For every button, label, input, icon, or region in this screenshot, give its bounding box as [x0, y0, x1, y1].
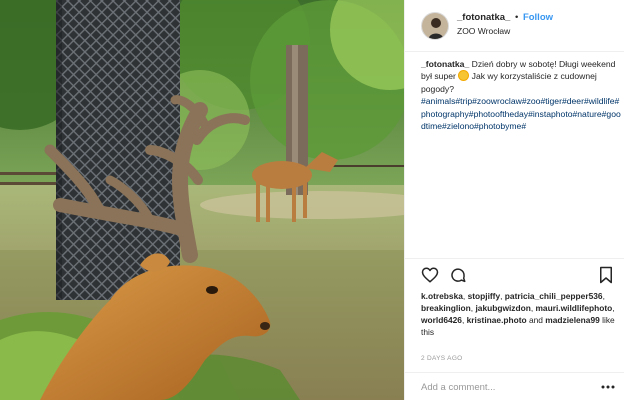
hashtag-list: #animals#trip#zoowroclaw#zoo#tiger#deer#… [421, 95, 621, 132]
liker-name[interactable]: breakinglion [421, 303, 471, 313]
separator-dot: • [514, 12, 519, 23]
liker-name[interactable]: kristinae.photo [467, 315, 527, 325]
hashtag-link[interactable]: #photooftheday [469, 109, 528, 119]
header-text: _fotonatka_ • Follow ZOO Wrocław [457, 12, 617, 37]
hashtag-link[interactable]: #photobyme [474, 121, 521, 131]
post-actions [419, 266, 615, 286]
liker-name[interactable]: patricia_chili_pepper536 [505, 291, 603, 301]
comment-input[interactable] [421, 379, 591, 395]
comment-box [405, 372, 624, 400]
hashtag-link[interactable]: #zoowroclaw [472, 96, 522, 106]
hashtag-link[interactable]: #zoo [522, 96, 541, 106]
avatar[interactable] [421, 12, 449, 40]
hashtag-link[interactable]: #deer [562, 96, 584, 106]
hashtag-link[interactable]: #instaphoto [528, 109, 572, 119]
post-header: _fotonatka_ • Follow ZOO Wrocław [405, 0, 624, 52]
hashtag-link[interactable]: # [521, 121, 526, 131]
hashtag-link[interactable]: #wildlife [584, 96, 615, 106]
caption-username[interactable]: _fotonatka_ [421, 59, 469, 69]
post-username[interactable]: _fotonatka_ [457, 12, 510, 23]
post-timestamp[interactable]: 2 DAYS AGO [421, 355, 463, 362]
bookmark-icon[interactable] [597, 266, 615, 284]
hashtag-link[interactable]: #tiger [540, 96, 562, 106]
hashtag-link[interactable]: #zielono [442, 121, 474, 131]
post-location[interactable]: ZOO Wrocław [457, 25, 617, 37]
more-options-icon[interactable] [601, 381, 615, 393]
likes-and: and [528, 315, 543, 325]
follow-button[interactable]: Follow [523, 12, 553, 23]
likes-summary: k.otrebska, stopjiffy, patricia_chili_pe… [421, 291, 615, 337]
liker-name[interactable]: madzielena99 [545, 315, 599, 325]
hashtag-link[interactable]: #trip [455, 96, 472, 106]
liker-name[interactable]: world6426 [421, 315, 462, 325]
post-photo[interactable] [0, 0, 404, 400]
section-divider [405, 258, 624, 259]
liker-name[interactable]: mauri.wildlifephoto [535, 303, 612, 313]
post-caption: _fotonatka_ Dzień dobry w sobotę! Długi … [421, 58, 621, 132]
hashtag-link[interactable]: #nature [573, 109, 602, 119]
heart-icon[interactable] [421, 266, 439, 284]
liker-name[interactable]: k.otrebska [421, 291, 463, 301]
deer-photo-illustration [0, 0, 404, 400]
comment-icon[interactable] [449, 266, 467, 284]
liker-name[interactable]: stopjiffy [468, 291, 501, 301]
post-side-panel: _fotonatka_ • Follow ZOO Wrocław _fotona… [404, 0, 624, 400]
header-line: _fotonatka_ • Follow [457, 12, 617, 24]
avatar-image [422, 13, 448, 39]
hashtag-link[interactable]: #animals [421, 96, 455, 106]
sun-emoji-icon [459, 71, 469, 81]
liker-name[interactable]: jakubgwizdon [475, 303, 530, 313]
